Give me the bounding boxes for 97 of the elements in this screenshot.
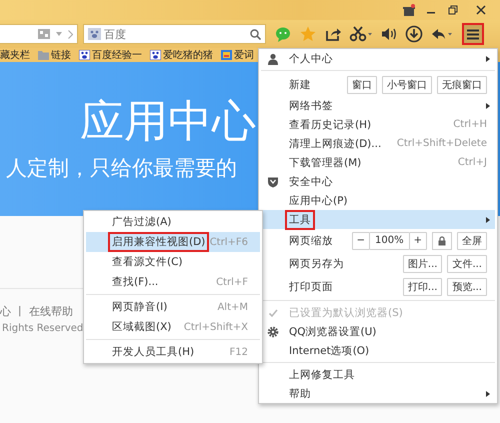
paw-icon	[150, 50, 161, 60]
zoom-level: 100%	[370, 232, 409, 250]
menu-item-label: 广告过滤(A)	[111, 215, 172, 230]
shortcut-label: Ctrl+J	[458, 157, 487, 168]
menu-item-label: 网页缩放	[288, 234, 334, 248]
shortcut-label: Alt+M	[217, 302, 248, 312]
menu-option-button[interactable]: 无痕窗口	[437, 76, 487, 94]
paw-icon	[79, 50, 90, 60]
menu-item-label: 清理上网痕迹(D)...	[288, 136, 382, 152]
shortcut-label: Ctrl+H	[453, 119, 487, 130]
menu-item-label: 网络书签	[288, 98, 334, 114]
menu-item-label: 工具	[285, 210, 315, 230]
menu-item-label: 已设置为默认浏览器(S)	[288, 306, 404, 320]
user-icon	[267, 52, 279, 64]
menu-item[interactable]: Internet选项(O)	[261, 341, 495, 360]
menu-option-button[interactable]: +	[408, 232, 427, 250]
menu-item-label: 安全中心	[288, 174, 334, 190]
menu-item-label: QQ浏览器设置(U)	[288, 324, 378, 340]
copyright-text: Rights Reserved	[2, 323, 84, 334]
menu-item-label: 开发人员工具(H)	[111, 345, 196, 360]
shortcut-label: Ctrl+F6	[210, 236, 248, 248]
page-title: 应用中心	[80, 95, 256, 149]
menu-option-button[interactable]: 文件...	[447, 254, 487, 272]
menu-item[interactable]: 应用中心(P)	[261, 191, 495, 210]
menu-item-label: 查看源文件(C)	[111, 255, 184, 270]
bookmark[interactable]: 链接	[38, 48, 71, 62]
star-icon[interactable]	[299, 25, 317, 43]
close-icon[interactable]	[474, 4, 488, 16]
bookmark[interactable]: 爱词	[221, 48, 254, 62]
menu-item[interactable]: 安全中心	[261, 172, 495, 191]
menu-item[interactable]: 网页缩放 − 100% + 全屏	[261, 229, 495, 252]
settings-icon	[267, 326, 279, 338]
menu-item[interactable]: 新建 窗口 小号窗口 无痕窗口	[261, 73, 495, 96]
search-input[interactable]: 百度	[104, 28, 247, 40]
qr-code-icon	[38, 29, 50, 39]
menu-item-label: 网页静音(I)	[111, 300, 168, 315]
paw-icon[interactable]	[88, 28, 101, 40]
app-icon	[221, 50, 232, 60]
shortcut-label: Ctrl+F	[216, 276, 248, 288]
speaker-icon[interactable]	[380, 25, 398, 43]
menu-item[interactable]: 清理上网痕迹(D)... Ctrl+Shift+Delete	[261, 134, 495, 153]
footer-links: 心 丨 在线帮助	[0, 304, 73, 319]
menu-item[interactable]: 网页静音(I) Alt+M	[86, 297, 260, 317]
menu-item[interactable]: 启用兼容性视图(D) Ctrl+F6	[86, 232, 260, 252]
shield-icon	[267, 176, 279, 188]
menu-item[interactable]: 上网修复工具	[261, 365, 495, 384]
bookmark[interactable]: 爱吃猪的猪	[150, 48, 213, 62]
page-subtitle: 人定制，只给你最需要的	[6, 155, 237, 182]
menu-option-button[interactable]: 窗口	[347, 76, 377, 94]
shortcut-label: Ctrl+Shift+X	[184, 322, 248, 332]
restore-icon[interactable]	[446, 4, 460, 16]
menu-item-label: 个人中心	[288, 52, 334, 66]
menu-option-button[interactable]: 小号窗口	[382, 76, 432, 94]
menu-item[interactable]: 网络书签	[261, 96, 495, 115]
bookmark[interactable]: 百度经验一	[79, 48, 142, 62]
menu-item[interactable]: 网页另存为 图片... 文件...	[261, 252, 495, 275]
menu-item-label: 启用兼容性视图(D)	[108, 232, 210, 252]
lock-icon[interactable]	[432, 232, 452, 250]
menu-item-label: 查看历史记录(H)	[288, 118, 372, 132]
menu-item-label: Internet选项(O)	[288, 344, 370, 358]
shortcut-label: Ctrl+Shift+Delete	[396, 138, 487, 149]
menu-option-button[interactable]: 图片...	[402, 254, 442, 272]
shortcut-label: F12	[230, 346, 248, 358]
menu-item-label: 网页另存为	[288, 256, 345, 272]
menu-item-label: 应用中心(P)	[288, 194, 349, 208]
menu-option-button[interactable]: 预览...	[447, 278, 487, 296]
menu-item[interactable]: 区域截图(X) Ctrl+Shift+X	[86, 317, 260, 337]
search-bar[interactable]: 百度	[83, 24, 266, 44]
menu-option-button[interactable]: 全屏	[457, 232, 487, 250]
gift-icon[interactable]	[402, 4, 416, 16]
menu-item-label: 打印页面	[288, 280, 334, 294]
menu-item-label: 新建	[288, 78, 312, 92]
menu-item-label: 查找(F)...	[111, 275, 160, 290]
menu-item[interactable]: 查找(F)... Ctrl+F	[86, 272, 260, 292]
menu-item[interactable]: 查看源文件(C)	[86, 252, 260, 272]
menu-item[interactable]: 开发人员工具(H) F12	[86, 342, 260, 362]
menu-icon	[467, 28, 479, 40]
menu-item[interactable]: 广告过滤(A)	[86, 212, 260, 232]
menu-item-label: 区域截图(X)	[111, 320, 172, 335]
scissors-icon[interactable]	[349, 25, 373, 43]
folder-icon	[38, 50, 49, 60]
menu-item[interactable]: 个人中心	[261, 49, 495, 68]
menu-item-label: 下载管理器(M)	[288, 156, 362, 170]
menu-option-button[interactable]: −	[352, 232, 370, 250]
menu-button[interactable]	[462, 23, 484, 45]
menu-item[interactable]: 查看历史记录(H) Ctrl+H	[261, 115, 495, 134]
menu-item[interactable]: 工具	[261, 210, 495, 229]
menu-item[interactable]: 下载管理器(M) Ctrl+J	[261, 153, 495, 172]
search-icon[interactable]	[250, 28, 261, 40]
menu-item-label: 上网修复工具	[288, 368, 356, 382]
menu-item[interactable]: QQ浏览器设置(U)	[261, 322, 495, 341]
bookmark[interactable]: 藏夹栏	[0, 48, 30, 62]
download-icon[interactable]	[405, 25, 423, 43]
menu-item[interactable]: 帮助	[261, 384, 495, 403]
menu-item-label: 帮助	[288, 386, 312, 402]
menu-item[interactable]: 打印页面 打印... 预览...	[261, 275, 495, 298]
menu-option-button[interactable]: 打印...	[402, 278, 442, 296]
